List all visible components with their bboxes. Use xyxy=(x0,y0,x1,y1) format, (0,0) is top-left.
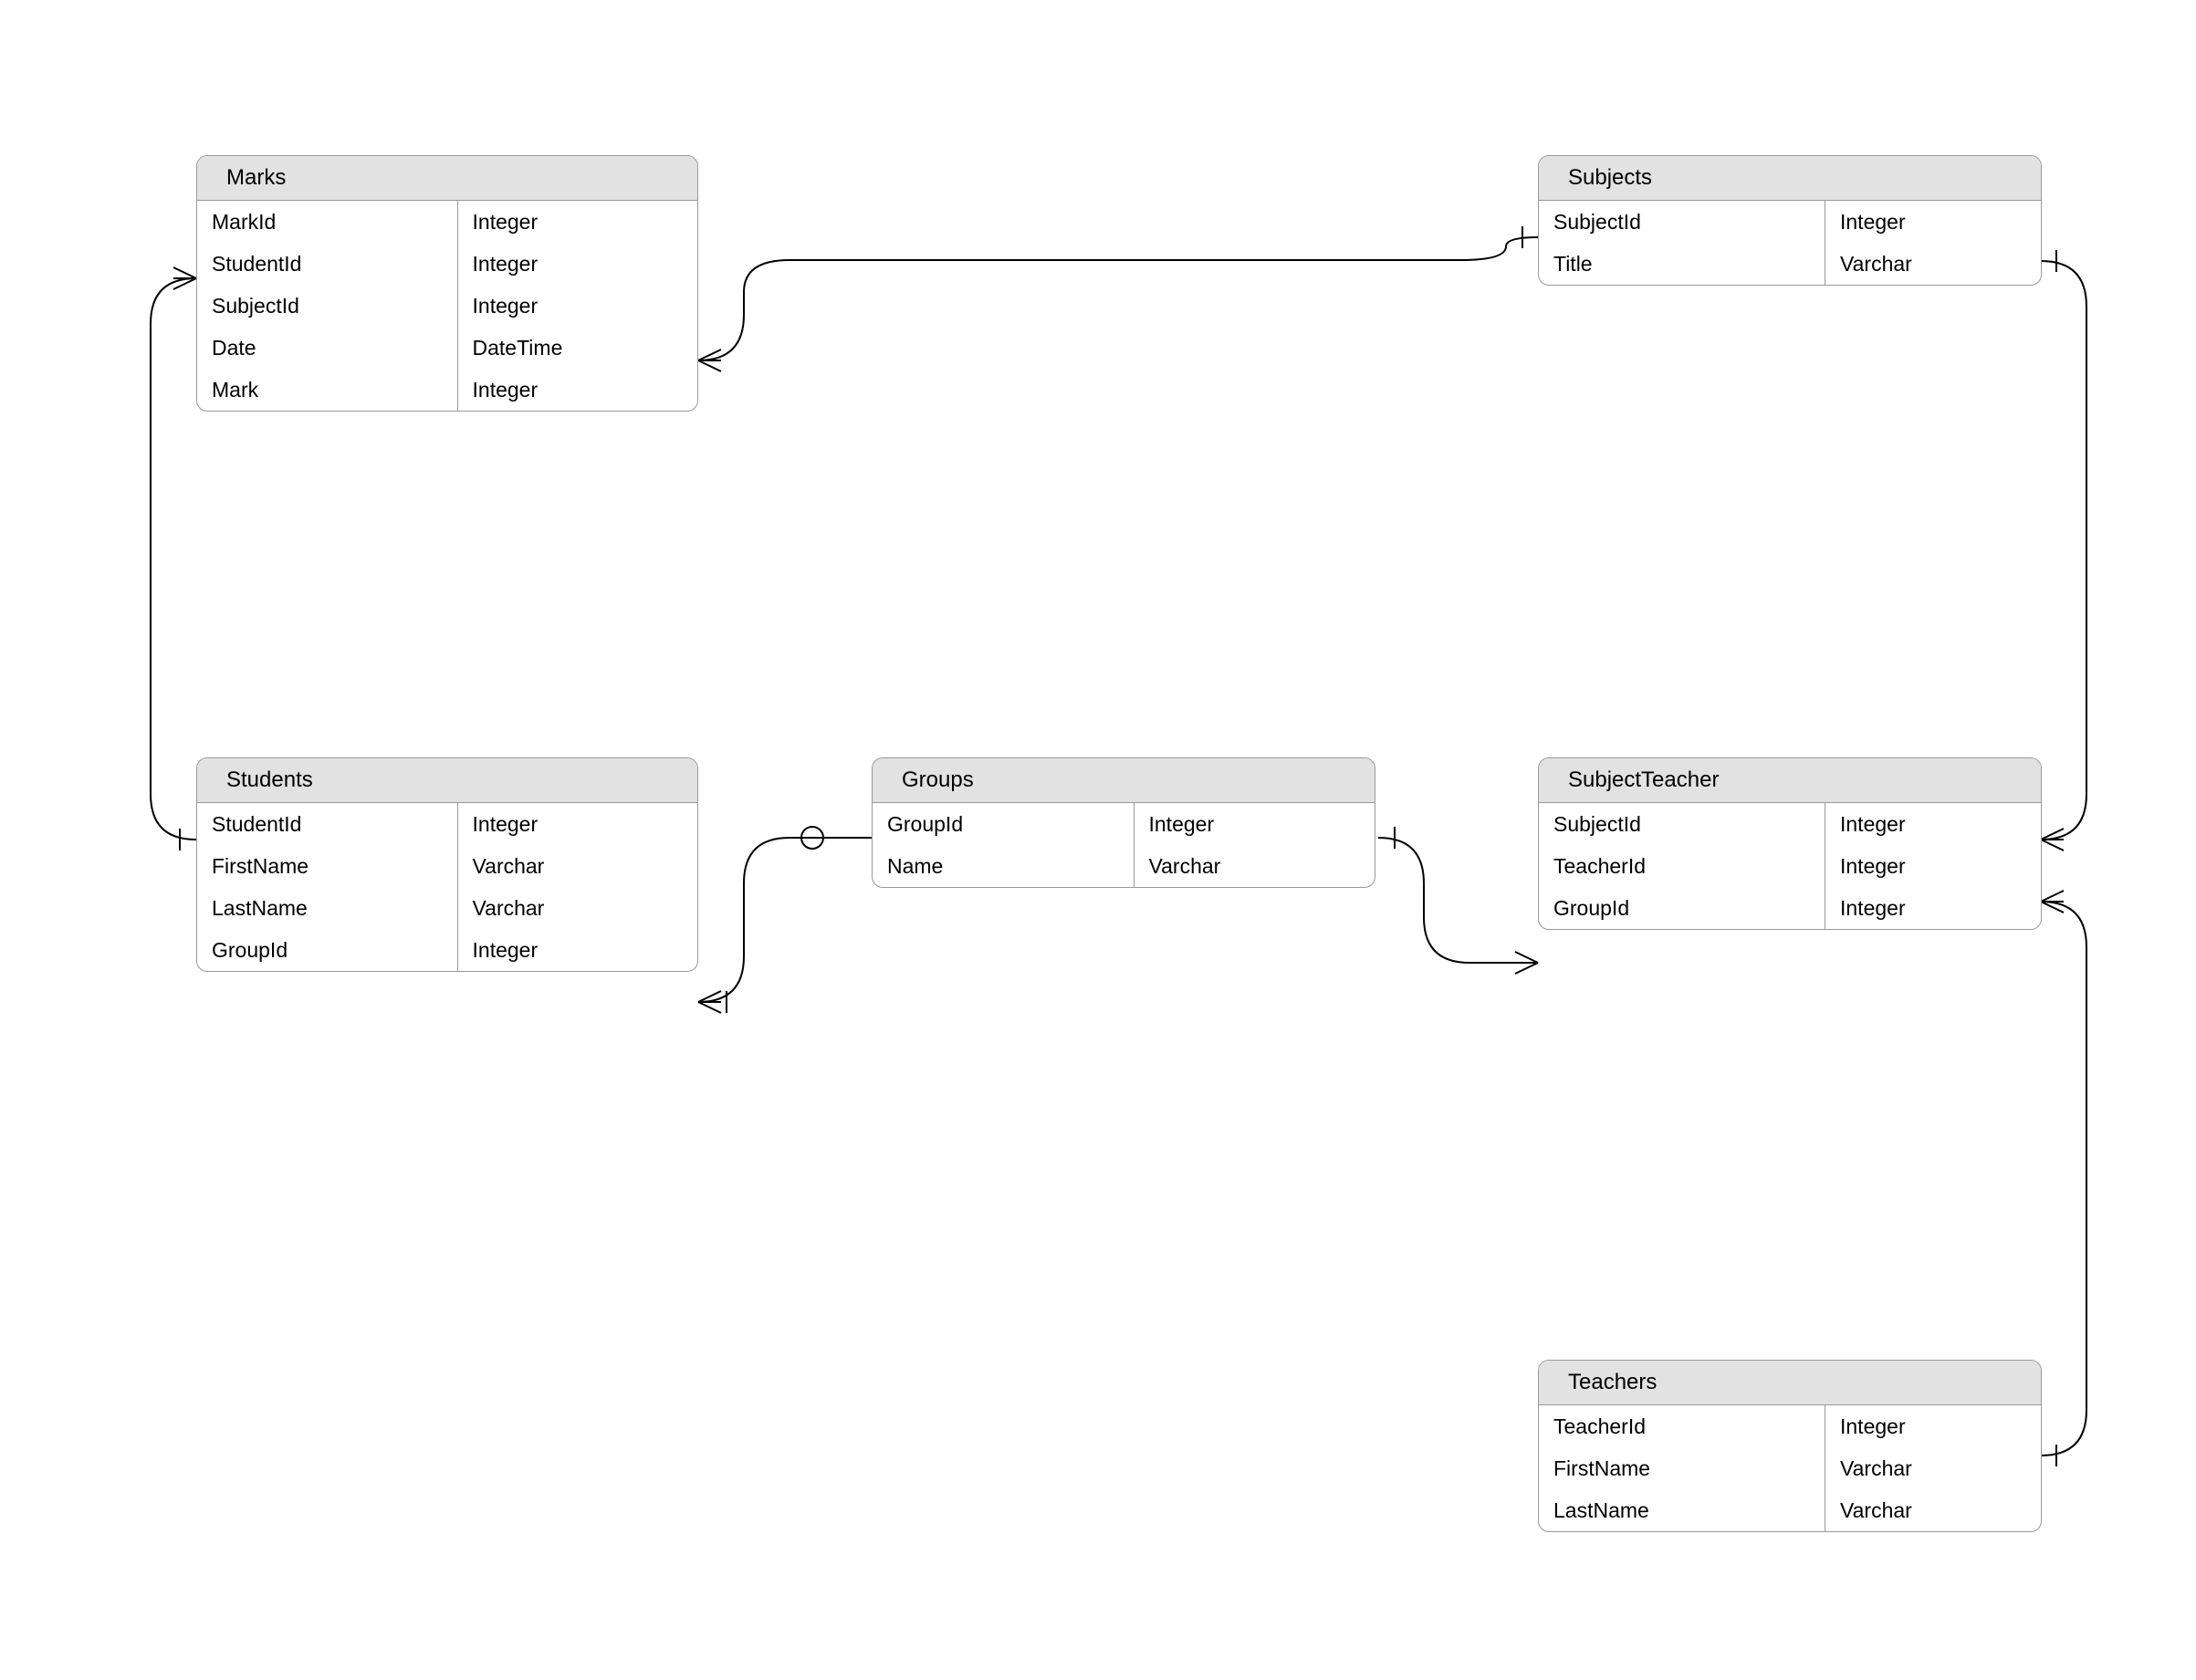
crowfoot-subjectteacher-subjects xyxy=(2041,829,2064,850)
attribute-row: SubjectId Integer xyxy=(1539,201,2041,243)
attribute-row: Date DateTime xyxy=(197,327,697,369)
attr-type: Integer xyxy=(458,803,697,845)
crowfoot-students-groups xyxy=(698,991,721,1013)
attr-name: FirstName xyxy=(197,845,458,887)
attr-name: TeacherId xyxy=(1539,845,1825,887)
rel-marks-subjects xyxy=(698,237,1538,360)
rel-students-groups xyxy=(698,838,872,1002)
attr-type: Integer xyxy=(1825,803,2041,845)
entity-attributes: StudentId Integer FirstName Varchar Last… xyxy=(197,803,697,971)
attribute-row: Name Varchar xyxy=(873,845,1375,887)
attr-name: MarkId xyxy=(197,201,458,243)
rel-subjectteacher-subjects xyxy=(2041,261,2086,840)
attribute-row: StudentId Integer xyxy=(197,803,697,845)
entity-attributes: SubjectId Integer TeacherId Integer Grou… xyxy=(1539,803,2041,929)
entity-title: Marks xyxy=(197,156,697,201)
entity-teachers: Teachers TeacherId Integer FirstName Var… xyxy=(1538,1360,2042,1532)
attr-type: Integer xyxy=(1825,887,2041,929)
entity-attributes: SubjectId Integer Title Varchar xyxy=(1539,201,2041,285)
attr-name: SubjectId xyxy=(1539,803,1825,845)
attribute-row: LastName Varchar xyxy=(1539,1489,2041,1531)
attribute-row: Mark Integer xyxy=(197,369,697,411)
attribute-row: SubjectId Integer xyxy=(1539,803,2041,845)
attr-type: Integer xyxy=(1825,201,2041,243)
entity-attributes: TeacherId Integer FirstName Varchar Last… xyxy=(1539,1405,2041,1531)
rel-groups-subjectteacher xyxy=(1378,838,1538,963)
entity-title: Groups xyxy=(873,758,1375,803)
attr-type: Varchar xyxy=(458,887,697,929)
attr-type: Integer xyxy=(458,285,697,327)
attribute-row: GroupId Integer xyxy=(873,803,1375,845)
attribute-row: TeacherId Integer xyxy=(1539,1405,2041,1447)
attribute-row: GroupId Integer xyxy=(1539,887,2041,929)
attr-name: Mark xyxy=(197,369,458,411)
entity-title: Teachers xyxy=(1539,1361,2041,1405)
crowfoot-subjectteacher-groups xyxy=(1515,952,1538,974)
attr-name: GroupId xyxy=(873,803,1135,845)
attr-name: FirstName xyxy=(1539,1447,1825,1489)
attr-type: Integer xyxy=(458,243,697,285)
entity-groups: Groups GroupId Integer Name Varchar xyxy=(872,757,1375,888)
attr-type: Varchar xyxy=(458,845,697,887)
attr-name: LastName xyxy=(1539,1489,1825,1531)
attr-name: Name xyxy=(873,845,1135,887)
entity-attributes: MarkId Integer StudentId Integer Subject… xyxy=(197,201,697,411)
attribute-row: TeacherId Integer xyxy=(1539,845,2041,887)
attribute-row: FirstName Varchar xyxy=(197,845,697,887)
attr-name: GroupId xyxy=(197,929,458,971)
attr-type: Integer xyxy=(458,369,697,411)
attribute-row: StudentId Integer xyxy=(197,243,697,285)
entity-students: Students StudentId Integer FirstName Var… xyxy=(196,757,698,972)
attr-name: StudentId xyxy=(197,243,458,285)
attr-name: TeacherId xyxy=(1539,1405,1825,1447)
optional-circle-groups-students xyxy=(801,827,823,849)
attr-type: DateTime xyxy=(458,327,697,369)
entity-subjects: Subjects SubjectId Integer Title Varchar xyxy=(1538,155,2042,286)
entity-title: Students xyxy=(197,758,697,803)
attr-type: Integer xyxy=(1135,803,1375,845)
attr-type: Varchar xyxy=(1135,845,1375,887)
attribute-row: Title Varchar xyxy=(1539,243,2041,285)
entity-marks: Marks MarkId Integer StudentId Integer S… xyxy=(196,155,698,412)
entity-subjectteacher: SubjectTeacher SubjectId Integer Teacher… xyxy=(1538,757,2042,930)
attr-name: Date xyxy=(197,327,458,369)
attr-type: Varchar xyxy=(1825,1489,2041,1531)
attribute-row: MarkId Integer xyxy=(197,201,697,243)
attr-type: Varchar xyxy=(1825,243,2041,285)
attribute-row: GroupId Integer xyxy=(197,929,697,971)
attribute-row: LastName Varchar xyxy=(197,887,697,929)
attr-name: LastName xyxy=(197,887,458,929)
attribute-row: FirstName Varchar xyxy=(1539,1447,2041,1489)
entity-title: Subjects xyxy=(1539,156,2041,201)
attr-type: Integer xyxy=(1825,845,2041,887)
attr-type: Integer xyxy=(458,929,697,971)
entity-attributes: GroupId Integer Name Varchar xyxy=(873,803,1375,887)
attr-name: StudentId xyxy=(197,803,458,845)
crowfoot-marks-subjects xyxy=(698,350,721,371)
attr-type: Varchar xyxy=(1825,1447,2041,1489)
rel-subjectteacher-teachers xyxy=(2041,902,2086,1456)
er-diagram-canvas: Marks MarkId Integer StudentId Integer S… xyxy=(0,0,2196,1680)
crowfoot-subjectteacher-teachers xyxy=(2041,891,2064,913)
entity-title: SubjectTeacher xyxy=(1539,758,2041,803)
attr-name: SubjectId xyxy=(197,285,458,327)
rel-marks-students xyxy=(151,278,196,840)
attr-name: SubjectId xyxy=(1539,201,1825,243)
crowfoot-marks-students xyxy=(173,267,196,289)
attr-type: Integer xyxy=(1825,1405,2041,1447)
attr-type: Integer xyxy=(458,201,697,243)
attr-name: Title xyxy=(1539,243,1825,285)
attribute-row: SubjectId Integer xyxy=(197,285,697,327)
attr-name: GroupId xyxy=(1539,887,1825,929)
